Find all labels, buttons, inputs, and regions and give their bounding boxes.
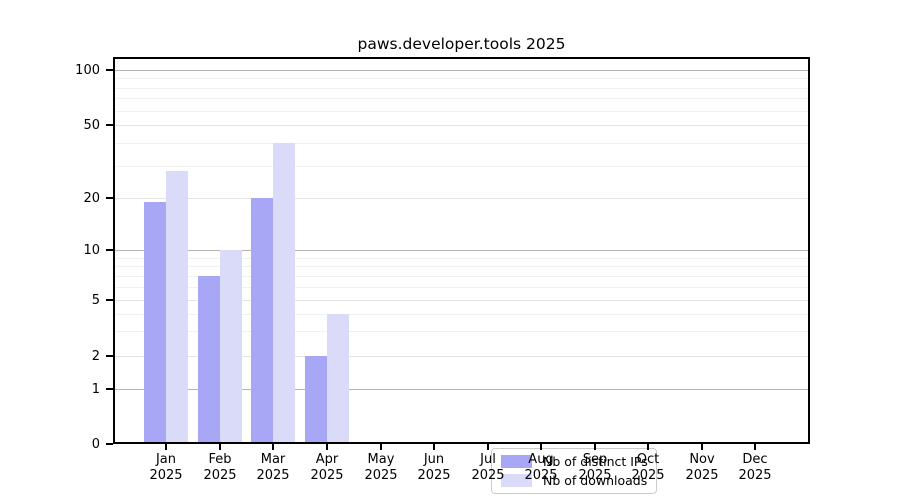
x-tick-label-feb: Feb2025 [190, 452, 250, 484]
x-tick-jan [165, 444, 167, 450]
x-tick-month: Jul [458, 452, 518, 468]
y-tick-label-0: 0 [36, 436, 100, 453]
y-tick-0 [106, 443, 113, 445]
x-tick-label-apr: Apr2025 [297, 452, 357, 484]
x-tick-month: Jun [404, 452, 464, 468]
gridline-80 [113, 88, 810, 89]
plot-area: Nb of distinct IPs Nb of downloads [113, 57, 810, 444]
y-tick-label-20: 20 [36, 190, 100, 207]
x-tick-jul [487, 444, 489, 450]
gridline-60 [113, 111, 810, 112]
bar-nb-of-distinct-ips-feb [198, 276, 220, 444]
x-tick-apr [326, 444, 328, 450]
x-tick-month: Mar [243, 452, 303, 468]
x-tick-label-sep: Sep2025 [565, 452, 625, 484]
gridline-100 [113, 70, 810, 71]
x-tick-label-jan: Jan2025 [136, 452, 196, 484]
x-tick-aug [540, 444, 542, 450]
chart: paws.developer.tools 2025 Nb of distinct… [0, 0, 900, 500]
bar-nb-of-downloads-jan [166, 171, 188, 444]
bar-nb-of-distinct-ips-mar [251, 198, 273, 444]
x-tick-year: 2025 [458, 468, 518, 484]
gridline-20 [113, 198, 810, 199]
y-tick-label-100: 100 [36, 62, 100, 79]
y-tick-label-5: 5 [36, 292, 100, 309]
x-tick-year: 2025 [351, 468, 411, 484]
x-tick-label-mar: Mar2025 [243, 452, 303, 484]
gridline-70 [113, 98, 810, 99]
y-tick-50 [106, 124, 113, 126]
chart-title: paws.developer.tools 2025 [113, 35, 810, 53]
x-tick-label-may: May2025 [351, 452, 411, 484]
gridline-30 [113, 166, 810, 167]
x-tick-year: 2025 [618, 468, 678, 484]
x-tick-month: Apr [297, 452, 357, 468]
x-tick-label-aug: Aug2025 [511, 452, 571, 484]
x-tick-year: 2025 [243, 468, 303, 484]
bar-nb-of-downloads-apr [327, 314, 349, 444]
x-tick-label-nov: Nov2025 [672, 452, 732, 484]
y-tick-label-10: 10 [36, 242, 100, 259]
bar-nb-of-downloads-mar [273, 143, 295, 444]
y-tick-5 [106, 299, 113, 301]
axis-spine-bottom [113, 442, 810, 444]
y-tick-20 [106, 197, 113, 199]
x-tick-month: May [351, 452, 411, 468]
x-tick-month: Dec [725, 452, 785, 468]
axis-spine-right [808, 57, 810, 444]
x-tick-year: 2025 [190, 468, 250, 484]
gridline-90 [113, 78, 810, 79]
x-tick-dec [754, 444, 756, 450]
y-tick-2 [106, 355, 113, 357]
y-tick-label-50: 50 [36, 117, 100, 134]
x-tick-feb [219, 444, 221, 450]
x-tick-month: Aug [511, 452, 571, 468]
y-tick-label-1: 1 [36, 381, 100, 398]
gridline-8 [113, 266, 810, 267]
bar-nb-of-distinct-ips-apr [305, 356, 327, 444]
x-tick-label-dec: Dec2025 [725, 452, 785, 484]
x-tick-nov [701, 444, 703, 450]
bar-nb-of-distinct-ips-jan [144, 202, 166, 444]
x-tick-month: Jan [136, 452, 196, 468]
y-tick-10 [106, 249, 113, 251]
y-tick-label-2: 2 [36, 348, 100, 365]
x-tick-label-jul: Jul2025 [458, 452, 518, 484]
gridline-10 [113, 250, 810, 251]
y-tick-100 [106, 69, 113, 71]
x-tick-year: 2025 [672, 468, 732, 484]
x-tick-label-oct: Oct2025 [618, 452, 678, 484]
gridline-9 [113, 258, 810, 259]
gridline-50 [113, 125, 810, 126]
x-tick-year: 2025 [404, 468, 464, 484]
x-tick-month: Oct [618, 452, 678, 468]
x-tick-year: 2025 [297, 468, 357, 484]
x-tick-jun [433, 444, 435, 450]
x-tick-oct [647, 444, 649, 450]
x-tick-year: 2025 [136, 468, 196, 484]
axis-spine-top [113, 57, 810, 59]
y-tick-1 [106, 388, 113, 390]
x-tick-label-jun: Jun2025 [404, 452, 464, 484]
x-tick-year: 2025 [511, 468, 571, 484]
x-tick-mar [272, 444, 274, 450]
x-tick-year: 2025 [725, 468, 785, 484]
x-tick-month: Sep [565, 452, 625, 468]
x-tick-month: Nov [672, 452, 732, 468]
axis-spine-left [113, 57, 115, 444]
x-tick-may [380, 444, 382, 450]
bar-nb-of-downloads-feb [220, 250, 242, 444]
x-tick-year: 2025 [565, 468, 625, 484]
x-tick-sep [594, 444, 596, 450]
x-tick-month: Feb [190, 452, 250, 468]
gridline-40 [113, 143, 810, 144]
